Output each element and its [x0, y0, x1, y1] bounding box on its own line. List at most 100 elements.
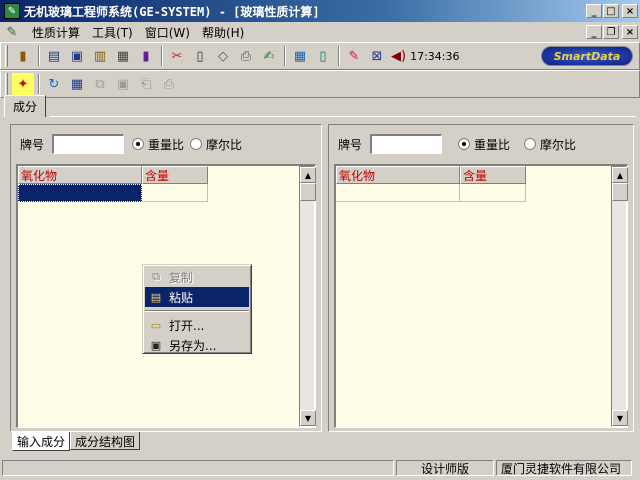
grade-label: 牌号 — [338, 137, 363, 152]
toolbar-separator — [38, 74, 40, 94]
grade-label: 牌号 — [20, 137, 45, 152]
menu-item-copy: ⧉ 复制 — [145, 267, 249, 287]
grid-cell[interactable] — [460, 184, 526, 202]
save-disk-icon: ▣ — [150, 338, 162, 352]
grade-input[interactable] — [370, 134, 443, 154]
menu-property-calc[interactable]: 性质计算 — [26, 24, 86, 41]
scroll-thumb[interactable] — [300, 183, 316, 201]
title-bar: ✎ 无机玻璃工程师系统(GE-SYSTEM) - [玻璃性质计算] _ □ × — [0, 0, 640, 22]
table-row — [18, 184, 208, 202]
table-row — [336, 184, 526, 202]
refresh-icon[interactable]: ↻ — [43, 73, 65, 95]
right-composition-pane: 牌号 重量比 摩尔比 氧化物 含量 ▲ ▼ — [328, 124, 634, 432]
grade-input[interactable] — [52, 134, 125, 154]
radio-unchecked-icon — [524, 138, 537, 150]
scroll-thumb[interactable] — [612, 183, 628, 201]
maximize-button[interactable]: □ — [603, 4, 619, 18]
scroll-down-button[interactable]: ▼ — [300, 410, 316, 426]
scroll-up-button[interactable]: ▲ — [612, 167, 628, 183]
app-icon: ✎ — [4, 3, 20, 19]
grid-cell[interactable] — [336, 184, 460, 202]
tab-composition-structure[interactable]: 成分结构图 — [70, 432, 141, 450]
calendar-icon[interactable]: ▦ — [289, 45, 311, 67]
top-tabstrip: 成分 — [4, 95, 47, 117]
toolbar-grip[interactable] — [5, 45, 8, 67]
toolbar-separator — [284, 46, 286, 66]
copy-icon: ⧉ — [95, 76, 105, 92]
edit-icon[interactable]: ✍ — [258, 45, 280, 67]
grid-icon[interactable]: ▦ — [66, 73, 88, 95]
document-icon[interactable]: ✎ — [4, 24, 20, 40]
menu-help[interactable]: 帮助(H) — [196, 24, 250, 41]
tab-input-composition[interactable]: 输入成分 — [12, 432, 71, 451]
notepad-icon[interactable]: ▯ — [312, 45, 334, 67]
grid-cell[interactable] — [142, 184, 208, 202]
radio-unchecked-icon — [190, 138, 203, 150]
paint-icon[interactable]: ✎ — [343, 45, 365, 67]
vertical-scrollbar[interactable]: ▲ ▼ — [299, 166, 316, 427]
books-icon[interactable]: ▥ — [89, 45, 111, 67]
column-header-oxide[interactable]: 氧化物 — [18, 166, 142, 184]
menu-tools[interactable]: 工具(T) — [86, 24, 139, 41]
scroll-down-button[interactable]: ▼ — [612, 410, 628, 426]
close-button[interactable]: × — [622, 4, 638, 18]
composition-grid[interactable]: 氧化物 含量 ▲ ▼ — [334, 164, 628, 428]
column-header-content[interactable]: 含量 — [460, 166, 526, 184]
tab-composition[interactable]: 成分 — [4, 95, 47, 117]
menu-separator — [145, 310, 249, 312]
radio-checked-icon — [458, 138, 471, 150]
calculator-icon[interactable]: ▯ — [189, 45, 211, 67]
menu-item-paste[interactable]: ▤ 粘贴 — [145, 287, 249, 307]
save-icon: ▣ — [116, 76, 130, 92]
status-company: 厦门灵捷软件有限公司 — [496, 460, 632, 476]
printer-icon: ⎙ — [163, 76, 175, 92]
preview-icon: ⎗ — [140, 76, 152, 92]
toolbar-separator — [161, 46, 163, 66]
weight-ratio-radio[interactable]: 重量比 — [458, 136, 510, 153]
main-content: 牌号 重量比 摩尔比 氧化物 含量 ▲ ▼ 牌号 重量比 摩尔比 氧化物 含量 … — [10, 124, 634, 432]
scroll-up-button[interactable]: ▲ — [300, 167, 316, 183]
grid-cell-selected[interactable] — [18, 184, 142, 202]
toolbar-grip[interactable] — [5, 73, 8, 95]
status-edition: 设计师版 — [396, 460, 494, 476]
toolbar-separator — [38, 46, 40, 66]
status-bar: 设计师版 厦门灵捷软件有限公司 — [0, 458, 640, 478]
secondary-toolbar: ✦ ↻ ▦ ⧉ ▣ ⎗ ⎙ — [0, 70, 640, 98]
menu-item-save-as[interactable]: ▣ 另存为... — [145, 335, 249, 355]
window-title: 无机玻璃工程师系统(GE-SYSTEM) - [玻璃性质计算] — [24, 4, 320, 19]
menu-item-open[interactable]: ▭ 打开... — [145, 315, 249, 335]
column-header-content[interactable]: 含量 — [142, 166, 208, 184]
toolbar-separator — [338, 46, 340, 66]
molar-ratio-radio[interactable]: 摩尔比 — [524, 136, 576, 153]
bar-chart-icon[interactable]: ▮ — [135, 45, 157, 67]
column-header-oxide[interactable]: 氧化物 — [336, 166, 460, 184]
weight-ratio-radio[interactable]: 重量比 — [132, 136, 184, 153]
window-icon[interactable]: ⊠ — [366, 45, 388, 67]
vertical-scrollbar[interactable]: ▲ ▼ — [611, 166, 628, 427]
speaker-icon[interactable]: ◀) — [391, 49, 406, 64]
menu-window[interactable]: 窗口(W) — [139, 24, 196, 41]
clock: 17:34:36 — [410, 49, 460, 63]
mdi-minimize-button[interactable]: _ — [586, 25, 602, 39]
bottom-tabstrip: 输入成分 成分结构图 — [12, 432, 141, 451]
status-cell-message — [2, 460, 394, 476]
menu-bar: ✎ 性质计算 工具(T) 窗口(W) 帮助(H) _ ❐ × — [0, 22, 640, 42]
mdi-close-button[interactable]: × — [622, 25, 638, 39]
minimize-button[interactable]: _ — [586, 4, 602, 18]
mdi-restore-button[interactable]: ❐ — [603, 25, 619, 39]
exit-door-icon[interactable]: ▮ — [12, 45, 34, 67]
table-icon[interactable]: ▤ — [43, 45, 65, 67]
run-icon[interactable]: ✦ — [12, 73, 34, 95]
copy-icon: ⧉ — [152, 270, 160, 283]
tools-icon[interactable]: ✂ — [166, 45, 188, 67]
eraser-icon[interactable]: ◇ — [212, 45, 234, 67]
main-toolbar: ▮ ▤ ▣ ▥ ▦ ▮ ✂ ▯ ◇ ⎙ ✍ ▦ ▯ ✎ ⊠ ◀) 17:34:3… — [0, 42, 640, 70]
paste-icon: ▤ — [150, 290, 162, 304]
molar-ratio-radio[interactable]: 摩尔比 — [190, 136, 242, 153]
radio-checked-icon — [132, 138, 145, 150]
print-icon[interactable]: ⎙ — [235, 45, 257, 67]
open-folder-icon: ▭ — [150, 318, 162, 332]
document-list-icon[interactable]: ▦ — [112, 45, 134, 67]
form-icon[interactable]: ▣ — [66, 45, 88, 67]
brand-logo: SmartData — [541, 46, 633, 66]
